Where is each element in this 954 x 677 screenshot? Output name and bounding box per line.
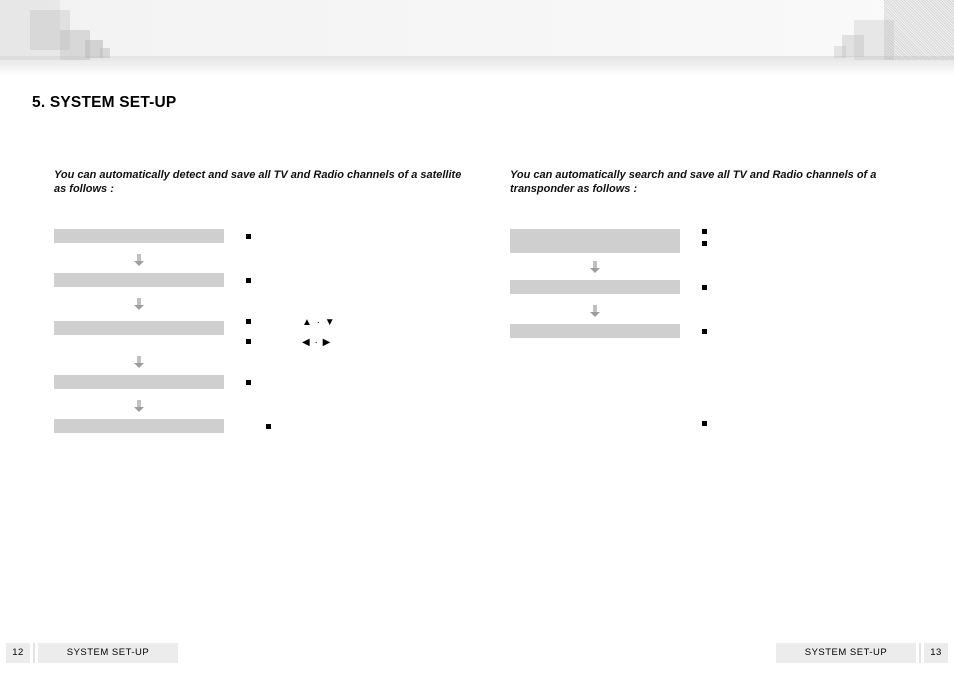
step-box — [54, 229, 224, 243]
arrow-down-icon — [54, 253, 224, 271]
step-row — [510, 229, 930, 258]
step-row — [54, 419, 474, 441]
decor-corner-right — [774, 0, 954, 72]
bullet-icon — [266, 424, 271, 429]
page-number-left: 12 — [6, 643, 30, 663]
bullet-icon — [702, 241, 707, 246]
left-intro: You can automatically detect and save al… — [54, 168, 474, 197]
bullet-icon — [246, 319, 251, 324]
step-row — [510, 280, 930, 302]
arrow-down-icon — [510, 260, 680, 278]
left-steps: ▲ · ▼ ◀ · ▶ — [54, 229, 474, 441]
right-intro: You can automatically search and save al… — [510, 168, 930, 197]
decor-corner-left — [0, 0, 180, 72]
arrow-down-icon — [54, 399, 224, 417]
step-row — [54, 273, 474, 295]
nav-leftright-icon: ◀ · ▶ — [302, 337, 331, 348]
footer-label-right: SYSTEM SET-UP — [776, 643, 916, 663]
step-box-tall — [510, 229, 680, 253]
step-row — [510, 416, 930, 438]
page-title: 5. SYSTEM SET-UP — [32, 94, 176, 112]
step-box — [54, 273, 224, 287]
step-row — [510, 324, 930, 346]
step-row — [54, 375, 474, 397]
footer-sep — [919, 643, 921, 663]
bullet-icon — [702, 421, 707, 426]
footer: 12 SYSTEM SET-UP SYSTEM SET-UP 13 — [0, 643, 954, 669]
step-row: ▲ · ▼ ◀ · ▶ — [54, 317, 474, 353]
arrow-down-icon — [510, 304, 680, 322]
bullet-icon — [702, 285, 707, 290]
footer-sep — [33, 643, 35, 663]
left-column: You can automatically detect and save al… — [54, 168, 474, 445]
bullet-icon — [246, 278, 251, 283]
footer-label-left: SYSTEM SET-UP — [38, 643, 178, 663]
step-box — [510, 324, 680, 338]
bullet-icon — [246, 380, 251, 385]
step-box — [54, 321, 224, 335]
step-box — [510, 280, 680, 294]
step-box — [54, 419, 224, 433]
page-number-right: 13 — [924, 643, 948, 663]
bullet-icon — [246, 339, 251, 344]
nav-updown-icon: ▲ · ▼ — [302, 317, 336, 328]
step-box — [54, 375, 224, 389]
step-row — [54, 229, 474, 251]
right-steps — [510, 229, 930, 438]
arrow-down-icon — [54, 297, 224, 315]
right-column: You can automatically search and save al… — [510, 168, 930, 442]
arrow-down-icon — [54, 355, 224, 373]
bullet-icon — [702, 329, 707, 334]
bullet-icon — [246, 234, 251, 239]
bullet-icon — [702, 229, 707, 234]
